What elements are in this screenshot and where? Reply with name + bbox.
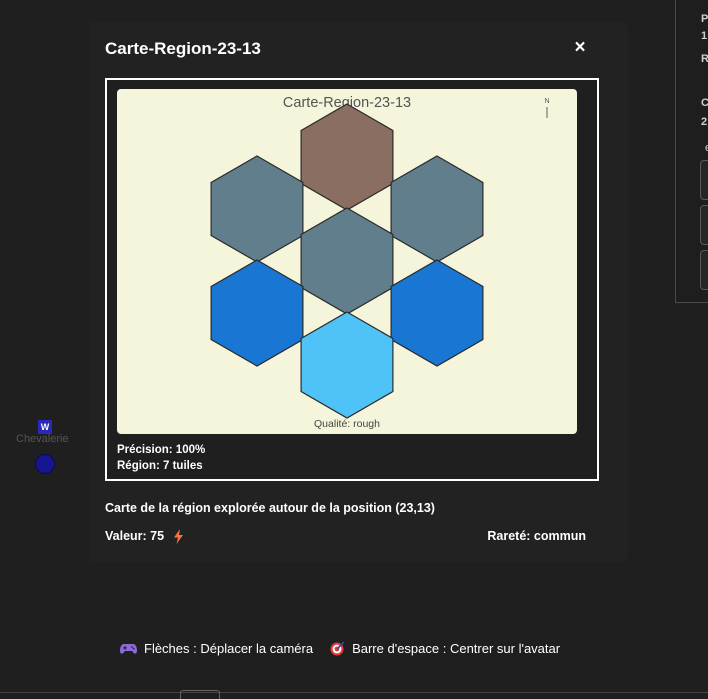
camera-hint-text: Flèches : Déplacer la caméra bbox=[144, 641, 314, 656]
side-panel-value: 1 bbox=[701, 30, 708, 42]
side-panel-value: 2 bbox=[701, 116, 708, 128]
center-hint-text: Barre d'espace : Centrer sur l'avatar bbox=[352, 641, 561, 656]
camera-hint: Flèches : Déplacer la caméra bbox=[120, 641, 313, 656]
region-map: Carte-Region-23-13 N Qualité: rough bbox=[117, 89, 577, 434]
item-details-modal: Carte-Region-23-13 × Carte-Region-23-13 … bbox=[90, 22, 628, 562]
side-panel-label: R bbox=[701, 53, 708, 65]
compass-label: N bbox=[544, 98, 549, 105]
gamepad-icon bbox=[120, 644, 137, 654]
precision-stat: Précision: 100% bbox=[117, 444, 206, 456]
item-rarity: Rareté: commun bbox=[487, 529, 586, 543]
target-icon bbox=[330, 641, 345, 656]
controls-hint-bar: Flèches : Déplacer la caméra Barre d'esp… bbox=[120, 641, 560, 656]
lightning-icon bbox=[173, 529, 183, 545]
side-panel-label: C bbox=[701, 97, 708, 109]
close-button[interactable]: × bbox=[571, 36, 589, 60]
item-value: Valeur: 75 bbox=[105, 529, 183, 545]
character-name: Chevalerie bbox=[16, 433, 69, 445]
character-marker[interactable]: W Chevalerie bbox=[16, 420, 86, 480]
character-badge: W bbox=[38, 420, 52, 434]
center-hint: Barre d'espace : Centrer sur l'avatar bbox=[330, 641, 560, 656]
item-description: Carte de la région explorée autour de la… bbox=[105, 501, 435, 515]
map-quality: Qualité: rough bbox=[314, 418, 380, 430]
side-panel-button[interactable] bbox=[700, 205, 708, 245]
bottom-divider bbox=[0, 692, 708, 693]
side-panel-button[interactable] bbox=[700, 160, 708, 200]
item-value-text: Valeur: 75 bbox=[105, 529, 165, 543]
character-avatar[interactable] bbox=[35, 454, 55, 474]
side-panel-label: P bbox=[701, 13, 708, 25]
side-panel-button[interactable] bbox=[700, 250, 708, 290]
region-stat: Région: 7 tuiles bbox=[117, 460, 203, 472]
modal-title: Carte-Region-23-13 bbox=[105, 39, 261, 58]
map-frame: Carte-Region-23-13 N Qualité: rough Préc… bbox=[105, 78, 599, 481]
